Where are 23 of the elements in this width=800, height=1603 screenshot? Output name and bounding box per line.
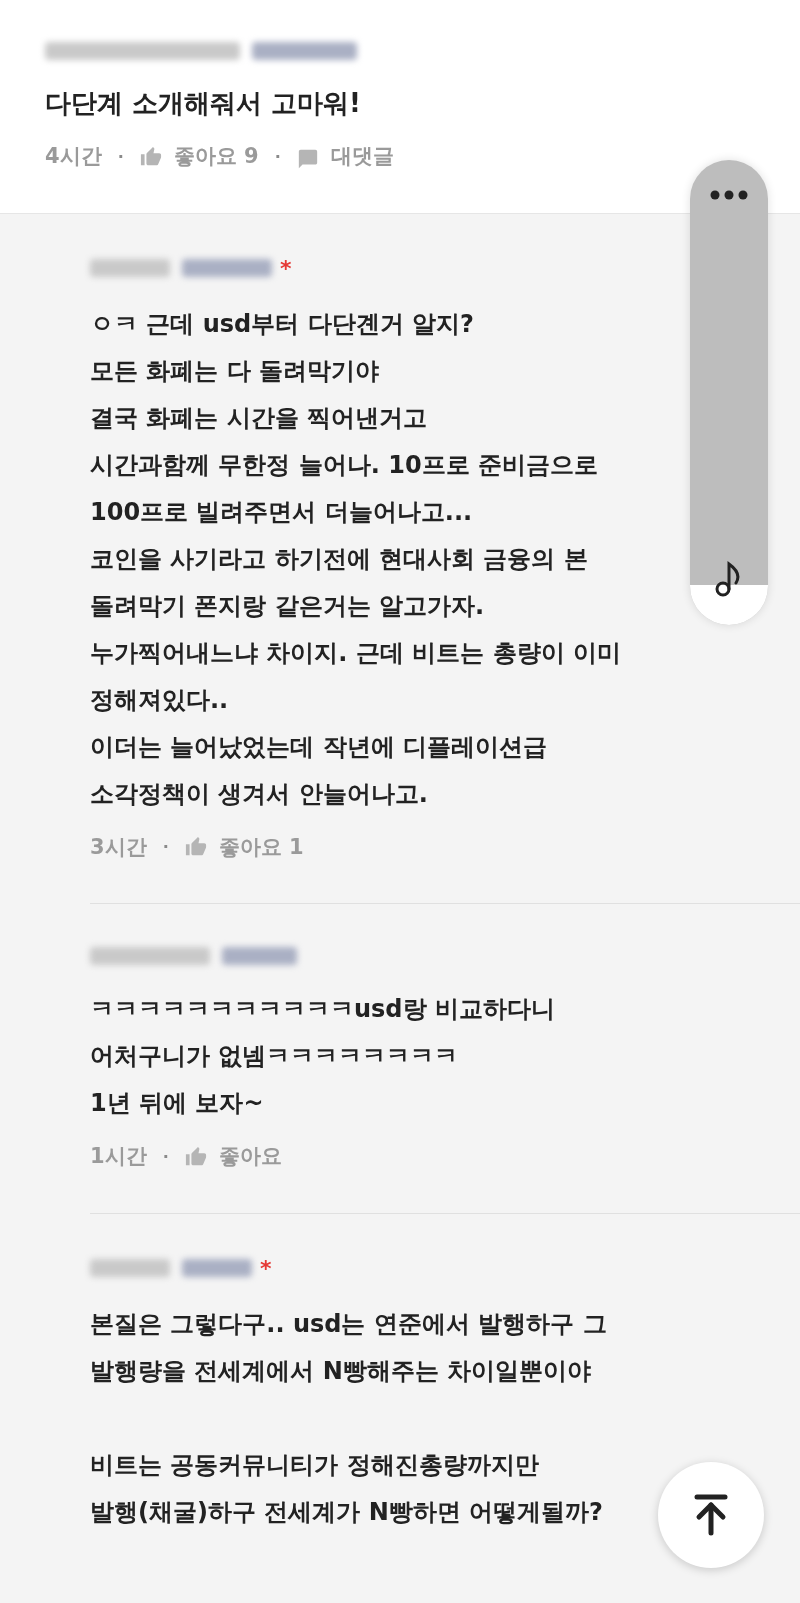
- more-icon[interactable]: [710, 190, 748, 200]
- comment-time: 4시간: [45, 143, 102, 170]
- author-mark: *: [280, 254, 292, 283]
- author-mark: *: [260, 1254, 272, 1283]
- separator-dot: ·: [162, 1145, 169, 1168]
- separator-dot: ·: [162, 836, 169, 859]
- scroll-to-top-button[interactable]: [658, 1462, 764, 1568]
- comment-time: 3시간: [90, 833, 147, 861]
- blurred-id: [182, 1259, 252, 1277]
- reply-text: ㅋㅋㅋㅋㅋㅋㅋㅋㅋㅋㅋusd랑 비교하다니 어처구니가 없넴ㅋㅋㅋㅋㅋㅋㅋㅋ 1년 뒤에 보자~: [90, 994, 555, 1119]
- reply-text: ㅇㅋ 근데 usd부터 다단곈거 알지? 모든 화폐는 다 돌려막기야 결국 화폐는 시간을 찍어낸거고 시간과함께 무한정 늘어나. 10프로 준비금으로 100프로 빌려주면서 더늘어나고... 코인을 사기라고 하기전에 현대사회 금융의 본 돌려막기 폰지랑 같은거는 알고가자. 누가찍어내느냐 차이지. 근데 비트는 총량이 이미 정해져있다.. 이더는 늘어났었는데 작년에 디플레이션급 소각정책이 생겨서 안늘어나고.: [90, 308, 621, 810]
- reply-text: 본질은 그렇다구.. usd는 연준에서 발행하구 그 발행량을 전세계에서 N빵해주는 차이일뿐이야 비트는 공동커뮤니티가 정해진총량까지만 발행(채굴)하구 전세계가 N빵하면 어떻게될까?: [90, 1308, 607, 1528]
- separator-dot: ·: [274, 145, 281, 168]
- thumbs-up-icon: [184, 1145, 207, 1168]
- separator-dot: ·: [117, 145, 124, 168]
- thumbs-up-icon: [139, 145, 162, 168]
- speech-bubble-icon: [296, 147, 319, 170]
- like-button[interactable]: 좋아요 1: [184, 831, 304, 863]
- comment-text: 다단계 소개해줘서 고마워!: [45, 87, 362, 120]
- reply-button[interactable]: 대댓글: [296, 141, 394, 173]
- comment-time: 1시간: [90, 1143, 147, 1170]
- like-button[interactable]: 좋아요: [184, 1141, 282, 1173]
- like-button[interactable]: 좋아요 9: [139, 141, 259, 173]
